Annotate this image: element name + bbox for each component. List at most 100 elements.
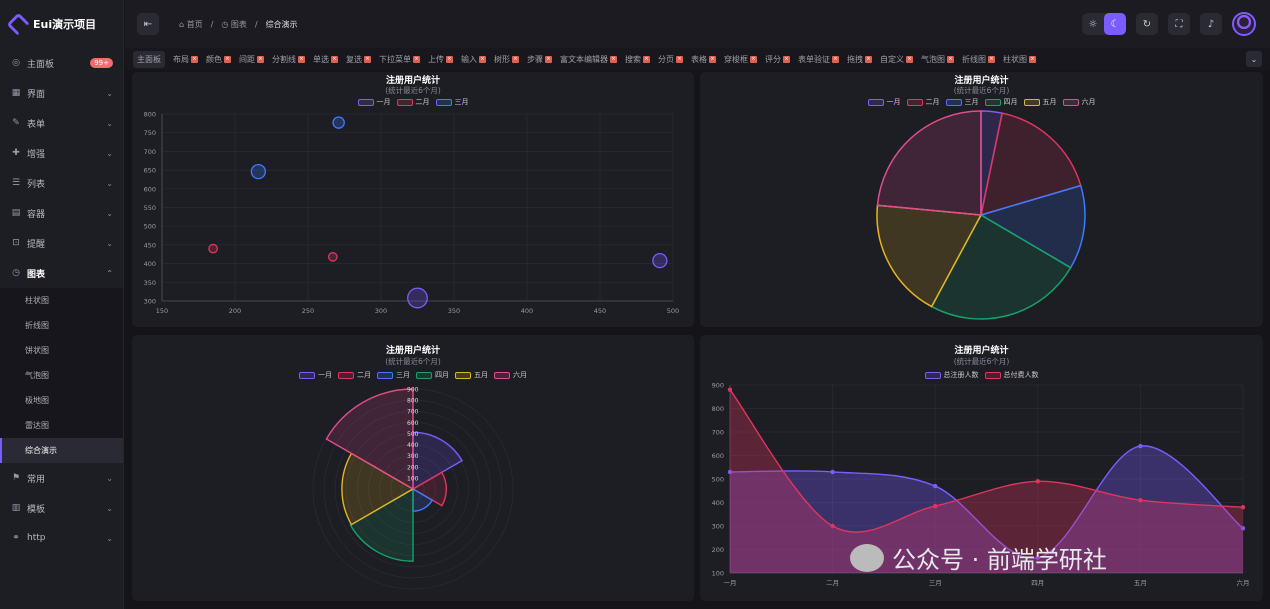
tab[interactable]: 树形 × bbox=[490, 51, 523, 68]
close-icon[interactable]: × bbox=[413, 55, 420, 63]
tab[interactable]: 自定义 × bbox=[876, 51, 917, 68]
r-tick-label: 800 bbox=[407, 398, 419, 405]
x-tick-label: 150 bbox=[156, 307, 168, 315]
breadcrumb-charts[interactable]: ◷ 图表 bbox=[221, 19, 247, 30]
close-icon[interactable]: × bbox=[832, 55, 839, 63]
notification-button[interactable]: ♪ bbox=[1200, 13, 1222, 35]
bubble-point bbox=[327, 252, 338, 262]
close-icon[interactable]: × bbox=[364, 55, 371, 63]
tab[interactable]: 上传 × bbox=[424, 51, 457, 68]
close-icon[interactable]: × bbox=[545, 55, 552, 63]
close-icon[interactable]: × bbox=[906, 55, 913, 63]
tab[interactable]: 分割线 × bbox=[268, 51, 309, 68]
sidebar-item-after-1[interactable]: ▥ 模板 ⌄ bbox=[0, 493, 123, 523]
sidebar-item-3[interactable]: ✚ 增强 ⌄ bbox=[0, 138, 123, 168]
tab[interactable]: 布局 × bbox=[169, 51, 202, 68]
close-icon[interactable]: × bbox=[750, 55, 757, 63]
breadcrumb: ⌂ 首页 / ◷ 图表 / 综合演示 bbox=[179, 19, 298, 30]
submenu-item[interactable]: 折线图 bbox=[0, 313, 123, 338]
tab[interactable]: 评分 × bbox=[761, 51, 794, 68]
sun-icon[interactable]: ☼ bbox=[1082, 13, 1104, 35]
sidebar-item-5[interactable]: ▤ 容器 ⌄ bbox=[0, 198, 123, 228]
close-icon[interactable]: × bbox=[257, 55, 264, 63]
tab[interactable]: 复选 × bbox=[342, 51, 375, 68]
tab-label: 表格 bbox=[691, 54, 707, 64]
tab-label: 折线图 bbox=[962, 54, 986, 64]
avatar[interactable] bbox=[1232, 12, 1256, 36]
tab[interactable]: 下拉菜单 × bbox=[375, 51, 424, 68]
collapse-sidebar-button[interactable]: ⇤ bbox=[137, 13, 159, 35]
tabs-more-button[interactable]: ⌄ bbox=[1246, 51, 1262, 67]
fullscreen-button[interactable]: ⛶ bbox=[1168, 13, 1190, 35]
sidebar-item-2[interactable]: ✎ 表单 ⌄ bbox=[0, 108, 123, 138]
tab[interactable]: 气泡图 × bbox=[917, 51, 958, 68]
tab-label: 步骤 bbox=[527, 54, 543, 64]
tab-label: 搜索 bbox=[625, 54, 641, 64]
refresh-icon: ↻ bbox=[1142, 18, 1152, 30]
sidebar-item-0[interactable]: ◎ 主面板 99+ bbox=[0, 48, 123, 78]
close-icon[interactable]: × bbox=[298, 55, 305, 63]
submenu-item[interactable]: 极地图 bbox=[0, 388, 123, 413]
tab-label: 树形 bbox=[494, 54, 510, 64]
tab[interactable]: 输入 × bbox=[457, 51, 490, 68]
tab[interactable]: 单选 × bbox=[309, 51, 342, 68]
tab[interactable]: 富文本编辑器 × bbox=[556, 51, 621, 68]
moon-icon[interactable]: ☾ bbox=[1104, 13, 1126, 35]
tab[interactable]: 主面板 bbox=[133, 50, 165, 68]
watermark: 公众号 · 前端学研社 bbox=[850, 540, 1107, 575]
sidebar-item-after-0[interactable]: ⚑ 常用 ⌄ bbox=[0, 463, 123, 493]
tab[interactable]: 穿梭框 × bbox=[720, 51, 761, 68]
tab-label: 布局 bbox=[173, 54, 189, 64]
tab[interactable]: 拖拽 × bbox=[843, 51, 876, 68]
tab[interactable]: 步骤 × bbox=[523, 51, 556, 68]
data-point bbox=[830, 469, 835, 475]
submenu-item[interactable]: 饼状图 bbox=[0, 338, 123, 363]
sidebar-item-7[interactable]: ◷ 图表 ⌃ bbox=[0, 258, 123, 288]
breadcrumb-home[interactable]: ⌂ 首页 bbox=[179, 19, 203, 30]
close-icon[interactable]: × bbox=[512, 55, 519, 63]
close-icon[interactable]: × bbox=[783, 55, 790, 63]
sidebar-item-1[interactable]: ▦ 界面 ⌄ bbox=[0, 78, 123, 108]
enhance-icon: ✚ bbox=[12, 148, 20, 158]
bubble-point bbox=[250, 163, 267, 180]
refresh-button[interactable]: ↻ bbox=[1136, 13, 1158, 35]
tab[interactable]: 柱状图 × bbox=[999, 51, 1040, 68]
close-icon[interactable]: × bbox=[676, 55, 683, 63]
tab[interactable]: 折线图 × bbox=[958, 51, 999, 68]
data-point bbox=[1240, 505, 1246, 510]
tab-label: 穿梭框 bbox=[724, 54, 748, 64]
sidebar-item-4[interactable]: ☰ 列表 ⌄ bbox=[0, 168, 123, 198]
close-icon[interactable]: × bbox=[709, 55, 716, 63]
close-icon[interactable]: × bbox=[947, 55, 954, 63]
submenu-item[interactable]: 综合演示 bbox=[0, 438, 123, 463]
bubble-chart-panel: 注册用户统计 (统计最近6个月) 一月 二月 三月 300 350 400 450 500 5… bbox=[132, 72, 694, 327]
close-icon[interactable]: × bbox=[643, 55, 650, 63]
close-icon[interactable]: × bbox=[988, 55, 995, 63]
sidebar-item-after-2[interactable]: ⚭ http ⌄ bbox=[0, 523, 123, 553]
tab[interactable]: 间距 × bbox=[235, 51, 268, 68]
close-icon[interactable]: × bbox=[610, 55, 617, 63]
theme-toggle[interactable]: ☼ ☾ bbox=[1082, 13, 1126, 35]
tab[interactable]: 分页 × bbox=[654, 51, 687, 68]
bubble-point bbox=[407, 287, 428, 309]
submenu-item[interactable]: 雷达图 bbox=[0, 413, 123, 438]
close-icon[interactable]: × bbox=[865, 55, 872, 63]
submenu-item[interactable]: 气泡图 bbox=[0, 363, 123, 388]
sidebar-item-6[interactable]: ⊡ 提醒 ⌄ bbox=[0, 228, 123, 258]
close-icon[interactable]: × bbox=[191, 55, 198, 63]
y-tick-label: 300 bbox=[144, 298, 156, 306]
tab[interactable]: 表单验证 × bbox=[794, 51, 843, 68]
x-tick-label: 四月 bbox=[1031, 579, 1044, 587]
close-icon[interactable]: × bbox=[479, 55, 486, 63]
submenu-item[interactable]: 柱状图 bbox=[0, 288, 123, 313]
tab[interactable]: 搜索 × bbox=[621, 51, 654, 68]
close-icon[interactable]: × bbox=[331, 55, 338, 63]
app-logo[interactable]: Eui演示项目 bbox=[0, 0, 123, 48]
sidebar-item-label: 主面板 bbox=[27, 59, 55, 70]
tab-label: 主面板 bbox=[137, 54, 161, 64]
tab[interactable]: 表格 × bbox=[687, 51, 720, 68]
close-icon[interactable]: × bbox=[224, 55, 231, 63]
tab[interactable]: 颜色 × bbox=[202, 51, 235, 68]
close-icon[interactable]: × bbox=[1029, 55, 1036, 63]
close-icon[interactable]: × bbox=[446, 55, 453, 63]
